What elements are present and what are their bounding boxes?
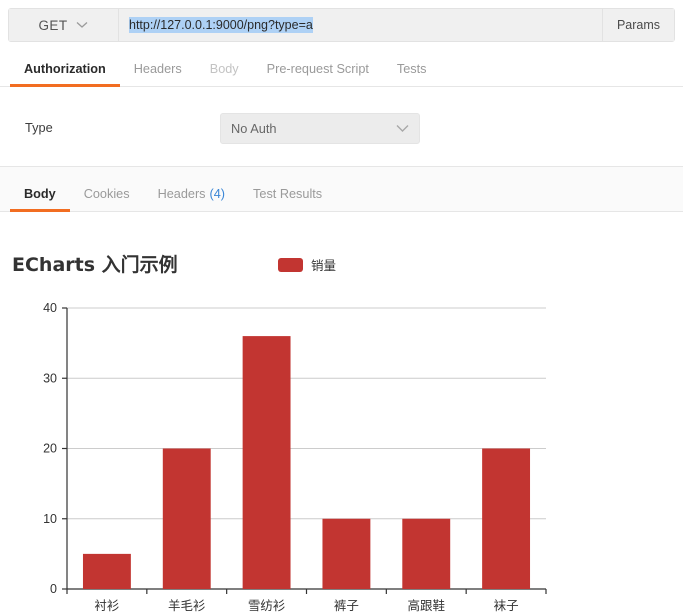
tab-body[interactable]: Body <box>196 52 253 86</box>
url-bar: GET http://127.0.0.1:9000/png?type=a Par… <box>8 8 675 42</box>
tab-cookies[interactable]: Cookies <box>70 177 144 211</box>
auth-type-label: Type <box>25 120 53 135</box>
x-axis-category-label: 裤子 <box>334 598 359 613</box>
tab-test-results-label: Test Results <box>253 187 323 201</box>
auth-type-select-value: No Auth <box>231 121 277 136</box>
bar-chart-svg: 0 10 20 30 40 衬衫 羊毛衫 雪纺衫 裤子 高跟鞋 袜子 <box>43 301 547 613</box>
y-axis-tick-label: 40 <box>43 301 57 315</box>
tab-headers[interactable]: Headers <box>120 52 196 86</box>
tab-response-body-label: Body <box>24 187 56 201</box>
tab-response-headers-label: Headers <box>157 187 206 201</box>
auth-type-select[interactable]: No Auth <box>220 113 420 144</box>
bar[interactable] <box>322 518 371 589</box>
tab-pre-request-script[interactable]: Pre-request Script <box>253 52 383 86</box>
tab-test-results[interactable]: Test Results <box>239 177 336 211</box>
tab-tests-label: Tests <box>396 62 427 76</box>
tab-authorization-label: Authorization <box>24 62 106 76</box>
x-axis-category-label: 羊毛衫 <box>168 598 206 613</box>
response-body-chart: ECharts 入门示例 销量 0 10 20 30 40 衬衫 羊毛衫 雪纺衫 裤子 高跟鞋 袜子 <box>0 213 683 616</box>
y-axis-tick-label: 20 <box>43 442 57 456</box>
bar[interactable] <box>482 448 531 590</box>
y-axis-tick-label: 10 <box>43 512 57 526</box>
chevron-down-icon <box>396 120 409 138</box>
tab-headers-label: Headers <box>133 62 182 76</box>
y-axis-tick-label: 30 <box>43 371 57 385</box>
x-axis-category-label: 高跟鞋 <box>407 598 445 613</box>
request-tab-bar: Authorization Headers Body Pre-request S… <box>0 53 683 87</box>
tab-body-label: Body <box>209 62 239 76</box>
tab-pre-request-script-label: Pre-request Script <box>266 62 369 76</box>
x-axis-category-label: 衬衫 <box>94 598 119 613</box>
url-input[interactable]: http://127.0.0.1:9000/png?type=a <box>119 9 602 41</box>
bar[interactable] <box>242 336 291 589</box>
y-axis-tick-label: 0 <box>50 582 57 596</box>
params-button-label: Params <box>616 18 661 32</box>
tab-cookies-label: Cookies <box>83 187 130 201</box>
http-method-selector[interactable]: GET <box>9 9 119 41</box>
bar[interactable] <box>402 518 451 589</box>
response-headers-count: (4) <box>209 187 226 201</box>
x-axis-category-label: 袜子 <box>494 598 519 613</box>
x-axis-category-label: 雪纺衫 <box>248 598 286 613</box>
tab-response-body[interactable]: Body <box>10 177 70 212</box>
tab-tests[interactable]: Tests <box>383 52 441 86</box>
response-tab-bar: Body Cookies Headers (4) Test Results <box>0 178 683 212</box>
bar[interactable] <box>162 448 211 590</box>
chevron-down-icon <box>76 16 88 34</box>
http-method-label: GET <box>38 17 68 33</box>
postman-window: GET http://127.0.0.1:9000/png?type=a Par… <box>0 0 683 616</box>
url-text: http://127.0.0.1:9000/png?type=a <box>129 17 313 33</box>
tab-authorization[interactable]: Authorization <box>10 52 120 87</box>
params-button[interactable]: Params <box>602 9 674 41</box>
bar[interactable] <box>82 553 131 589</box>
tab-response-headers[interactable]: Headers (4) <box>144 177 239 211</box>
